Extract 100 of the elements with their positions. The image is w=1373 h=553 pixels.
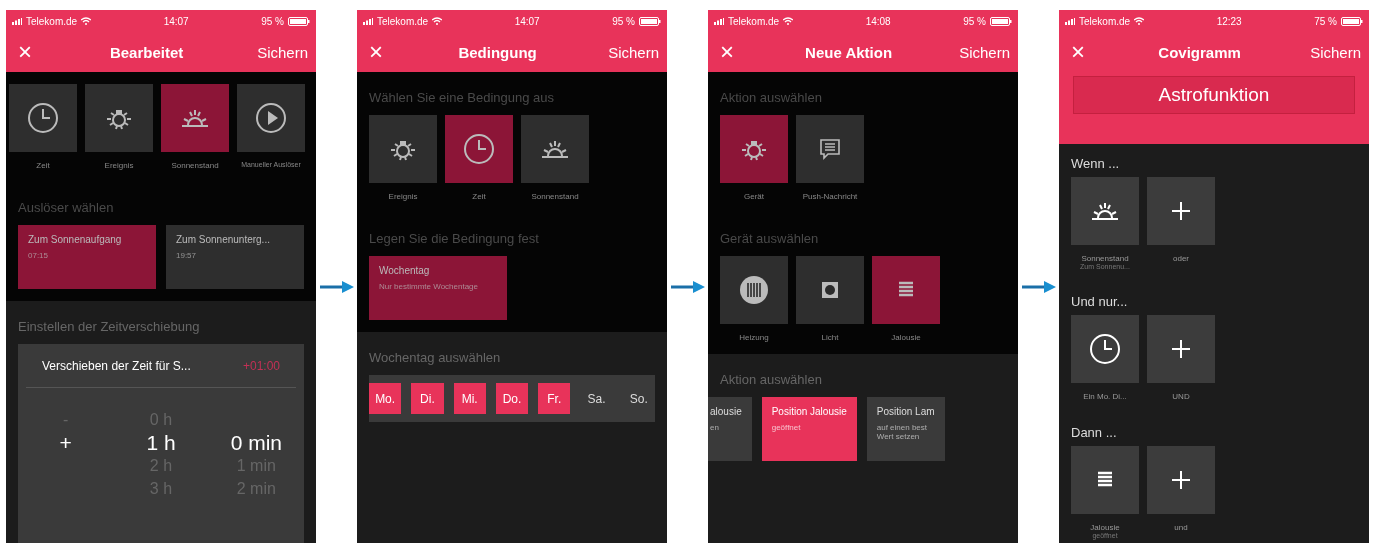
section-heading: Wochentag auswählen — [369, 350, 502, 365]
clock-time: 14:07 — [514, 15, 540, 27]
option-card[interactable]: alousie en — [708, 397, 752, 461]
weekday-toggle[interactable]: Di. — [411, 383, 444, 414]
option-tile[interactable] — [1147, 315, 1215, 383]
save-button[interactable]: Sichern — [257, 43, 308, 61]
flow-arrow — [1021, 280, 1056, 293]
tile-label: Ein Mo. Di... — [1083, 392, 1127, 401]
option-card[interactable]: Zum Sonnenaufgang 07:15 — [18, 225, 156, 289]
option-tile[interactable] — [796, 115, 864, 183]
option-tile[interactable] — [9, 84, 77, 152]
section-heading: Dann ... — [1071, 425, 1118, 440]
save-button[interactable]: Sichern — [608, 43, 659, 61]
carrier-name: Telekom.de — [26, 15, 78, 27]
carrier-name: Telekom.de — [1079, 15, 1131, 27]
battery-percent: 95 % — [261, 15, 284, 27]
tile-label: Jalousie — [1090, 523, 1120, 532]
picker-option[interactable]: 0 min — [230, 431, 282, 454]
tile-label: oder — [1173, 254, 1189, 263]
tile-label: Zeit — [36, 161, 50, 170]
option-tile[interactable] — [720, 115, 788, 183]
tile-label: Jalousie — [891, 333, 921, 342]
weekday-toggle[interactable]: Mi. — [453, 383, 486, 414]
option-tile[interactable] — [1071, 446, 1139, 514]
picker-option[interactable]: 1 h — [146, 431, 176, 454]
weekday-toggle[interactable]: Fr. — [538, 383, 571, 414]
option-tile[interactable] — [445, 115, 513, 183]
weekday-toggle[interactable]: Do. — [495, 383, 529, 414]
screen-title: Covigramm — [1157, 43, 1242, 61]
battery-percent: 75 % — [1314, 15, 1337, 27]
tile-label: und — [1174, 523, 1188, 532]
option-tile[interactable] — [720, 256, 788, 324]
tile-label: Zeit — [472, 192, 486, 201]
weekday-toggle[interactable]: Mo. — [369, 383, 402, 414]
tile-label: Ereignis — [104, 161, 134, 170]
option-tile[interactable] — [872, 256, 940, 324]
picker-option[interactable]: + — [59, 431, 72, 454]
close-button[interactable]: × — [716, 40, 738, 64]
option-card[interactable]: Position Lam auf einen best Wert setzen — [866, 397, 945, 461]
tile-label: UND — [1172, 392, 1190, 401]
option-tile[interactable] — [1071, 177, 1139, 245]
save-button[interactable]: Sichern — [1310, 43, 1361, 61]
option-tile[interactable] — [521, 115, 589, 183]
option-tile[interactable] — [237, 84, 305, 152]
battery-icon — [288, 16, 310, 26]
weekday-toggle[interactable]: Sa. — [580, 383, 613, 414]
option-tile[interactable] — [369, 115, 437, 183]
offset-value: +01:00 — [242, 359, 280, 373]
tile-label: Licht — [821, 333, 839, 342]
option-card[interactable]: Position Jalousie geöffnet — [761, 397, 857, 461]
option-tile[interactable] — [796, 256, 864, 324]
section-heading: Wenn ... — [1071, 156, 1121, 171]
option-tile[interactable] — [1147, 177, 1215, 245]
flow-arrow — [319, 280, 354, 293]
close-button[interactable]: × — [14, 40, 36, 64]
tile-label: Ereignis — [388, 192, 418, 201]
section-heading: Einstellen der Zeitverschiebung — [18, 319, 201, 334]
tile-label: Gerät — [744, 192, 764, 201]
screen-title: Bedingung — [457, 43, 538, 61]
battery-percent: 95 % — [963, 15, 986, 27]
clock-time: 12:23 — [1216, 15, 1242, 27]
tile-label: Sonnenstand — [171, 161, 219, 170]
tile-label: Push-Nachricht — [802, 192, 858, 201]
battery-icon — [639, 16, 661, 26]
section-heading: Aktion auswählen — [720, 372, 823, 387]
section-heading: Wählen Sie eine Bedingung aus — [369, 90, 556, 105]
section-heading: Auslöser wählen — [18, 200, 115, 215]
signal-icon — [1065, 17, 1075, 25]
signal-icon — [714, 17, 724, 25]
option-tile[interactable] — [161, 84, 229, 152]
section-heading: Gerät auswählen — [720, 231, 820, 246]
wifi-icon — [432, 17, 443, 25]
screen-title: Bearbeitet — [108, 43, 185, 61]
section-heading: Legen Sie die Bedingung fest — [369, 231, 540, 246]
option-tile[interactable] — [1071, 315, 1139, 383]
save-button[interactable]: Sichern — [959, 43, 1010, 61]
wifi-icon — [81, 17, 92, 25]
option-tile[interactable] — [85, 84, 153, 152]
tile-label: Sonnenstand — [531, 192, 579, 201]
screen-title: Neue Aktion — [804, 43, 894, 61]
option-card[interactable]: Wochentag Nur bestimmte Wochentage — [369, 256, 507, 320]
carrier-name: Telekom.de — [377, 15, 429, 27]
wifi-icon — [1134, 17, 1145, 25]
flow-arrow — [670, 280, 705, 293]
section-heading: Und nur... — [1071, 294, 1129, 309]
offset-label: Verschieben der Zeit für S... — [42, 359, 191, 373]
close-button[interactable]: × — [1067, 40, 1089, 64]
scene-name-banner: Astrofunktion — [1073, 76, 1355, 114]
carrier-name: Telekom.de — [728, 15, 780, 27]
option-tile[interactable] — [1147, 446, 1215, 514]
signal-icon — [12, 17, 22, 25]
weekday-toggle[interactable]: So. — [622, 383, 655, 414]
close-button[interactable]: × — [365, 40, 387, 64]
section-heading: Aktion auswählen — [720, 90, 823, 105]
tile-label: Sonnenstand — [1081, 254, 1129, 263]
tile-label: Heizung — [739, 333, 769, 342]
option-card[interactable]: Zum Sonnenunterg... 19:57 — [166, 225, 304, 289]
signal-icon — [363, 17, 373, 25]
battery-icon — [1341, 16, 1363, 26]
clock-time: 14:08 — [865, 15, 891, 27]
